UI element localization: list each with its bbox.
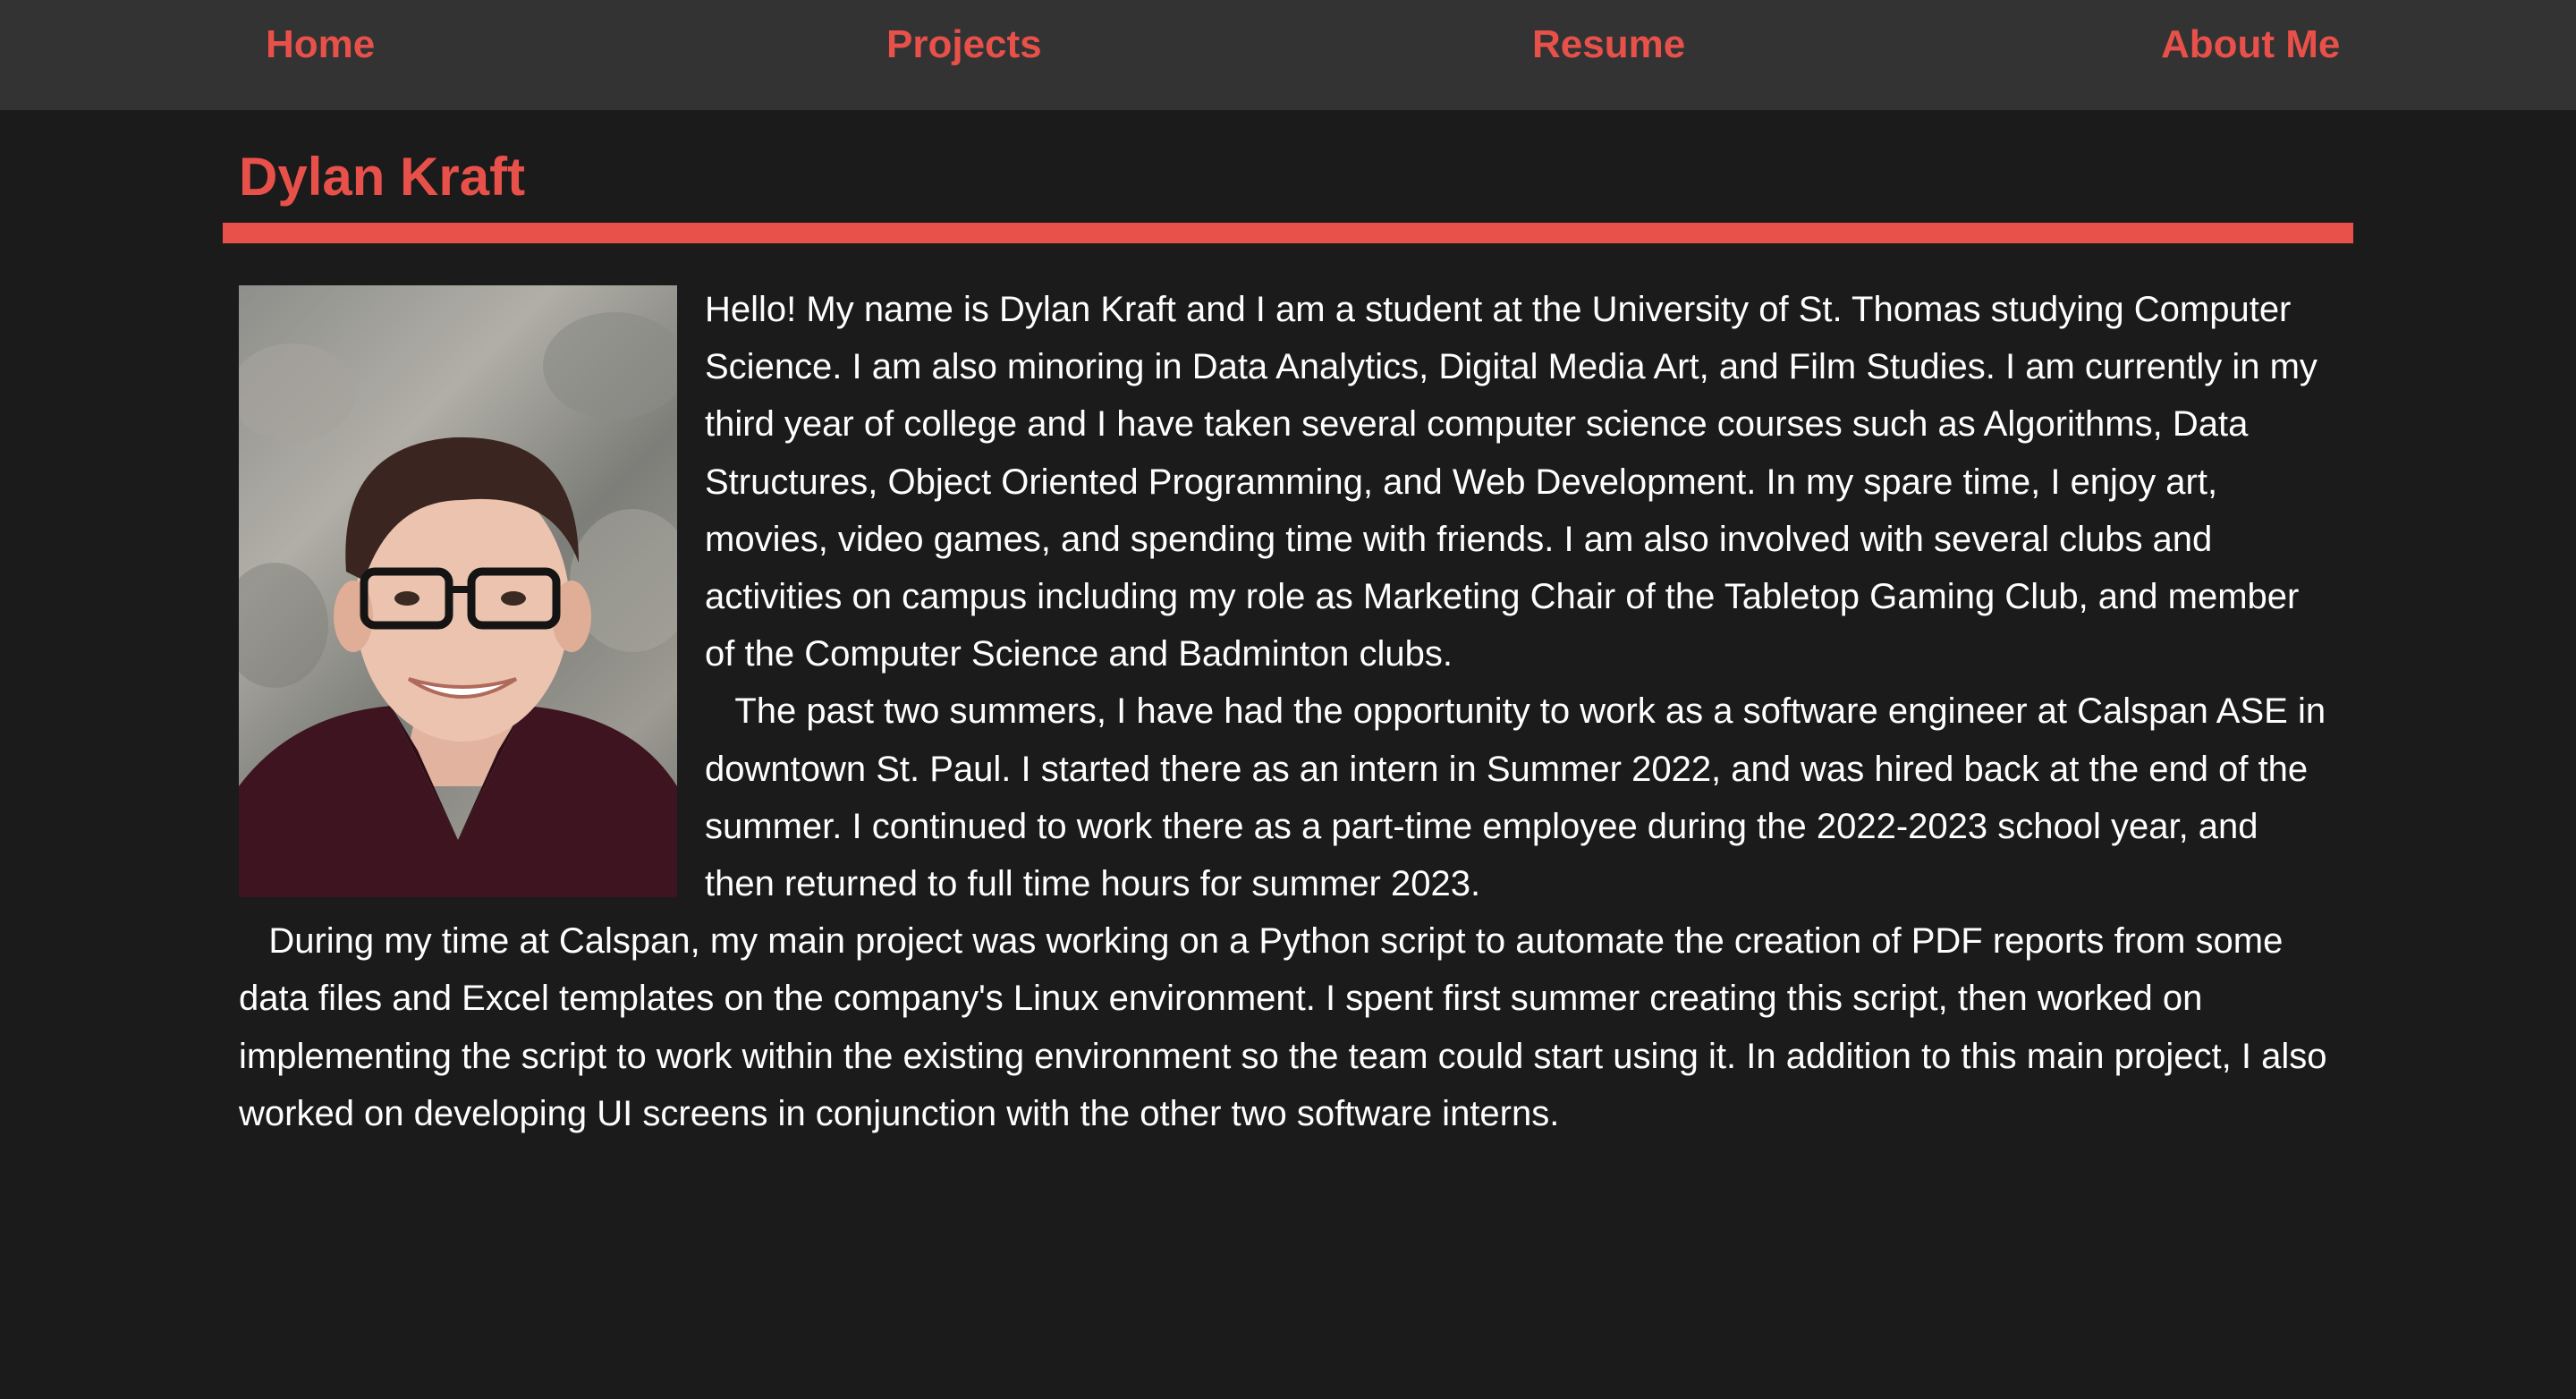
nav-link-projects[interactable]: Projects xyxy=(886,20,1042,70)
top-navbar: Home Projects Resume About Me xyxy=(0,0,2576,110)
profile-photo-illustration xyxy=(239,312,677,897)
nav-link-resume[interactable]: Resume xyxy=(1532,20,1685,70)
main-content: Hello! My name is Dylan Kraft and I am a… xyxy=(239,281,2336,1142)
bio-paragraph: During my time at Calspan, my main proje… xyxy=(239,921,2327,1133)
page-title: Dylan Kraft xyxy=(239,147,526,207)
title-divider xyxy=(223,223,2353,243)
nav-link-home[interactable]: Home xyxy=(266,20,375,70)
nav-link-about-me[interactable]: About Me xyxy=(2161,20,2340,70)
profile-photo xyxy=(239,285,677,897)
